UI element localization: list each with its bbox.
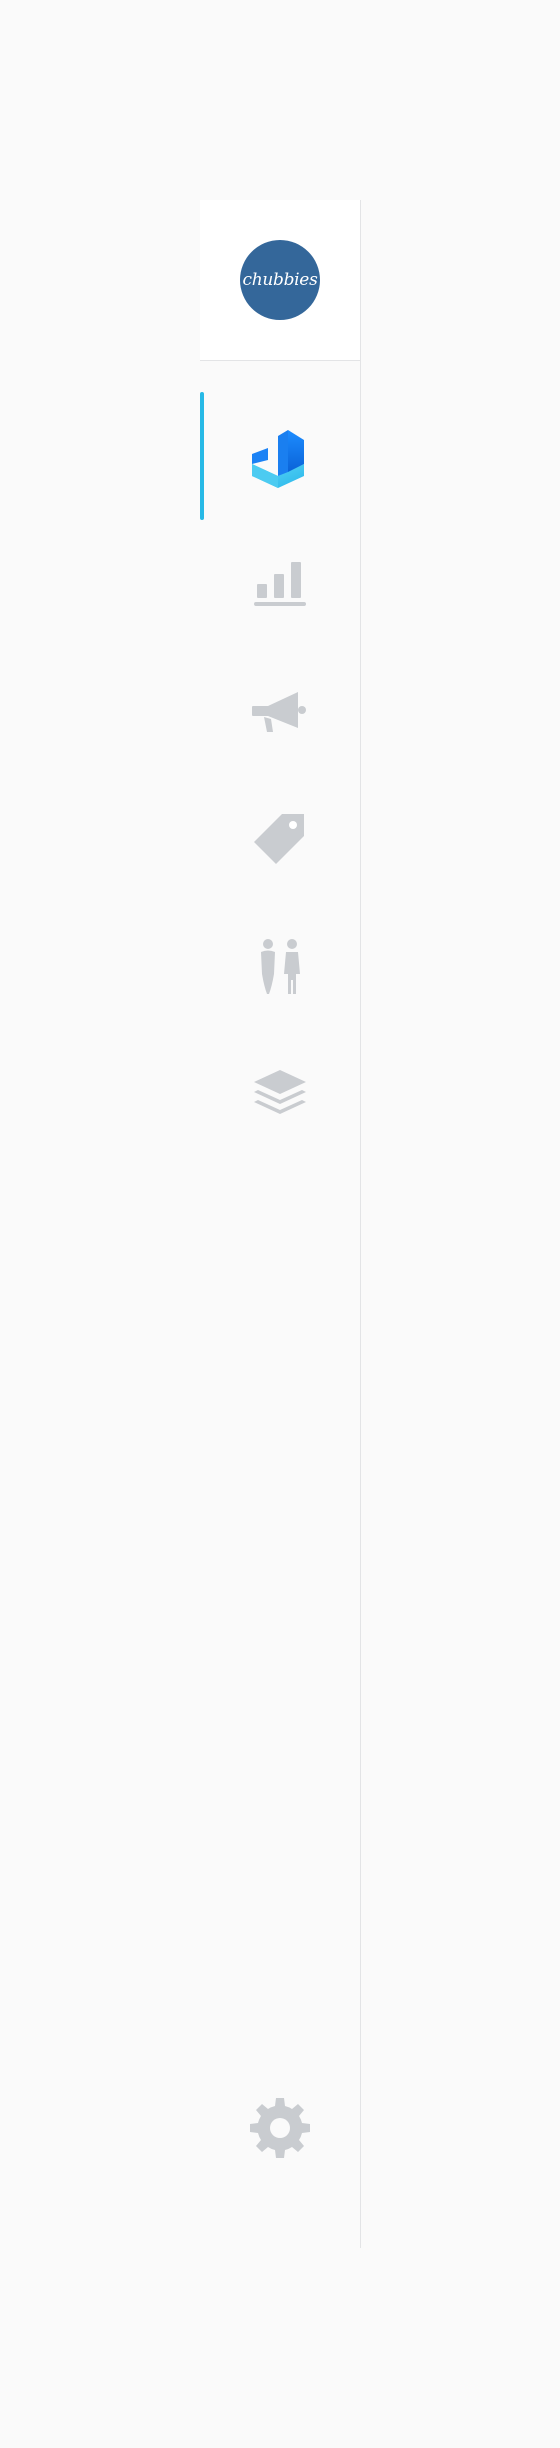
sidebar-item-products[interactable] (200, 776, 360, 904)
bar-chart-icon (254, 562, 306, 606)
settings-button[interactable] (200, 2088, 360, 2168)
sidebar-item-analytics[interactable] (200, 520, 360, 648)
active-indicator (200, 392, 204, 520)
brand-logo[interactable]: chubbies (240, 240, 320, 320)
sidebar-nav: chubbies (200, 200, 361, 2248)
app-logo-icon (252, 430, 304, 488)
logo-area: chubbies (200, 200, 360, 361)
people-icon (261, 939, 300, 994)
megaphone-icon (252, 692, 306, 732)
tag-icon (254, 814, 304, 864)
layers-icon (254, 1070, 306, 1114)
sidebar-item-audiences[interactable] (200, 904, 360, 1032)
brand-logo-text: chubbies (242, 270, 318, 290)
gear-icon (250, 2098, 310, 2158)
sidebar-item-campaigns[interactable] (200, 648, 360, 776)
sidebar-item-integrations[interactable] (200, 1032, 360, 1160)
sidebar-item-home[interactable] (200, 392, 360, 520)
